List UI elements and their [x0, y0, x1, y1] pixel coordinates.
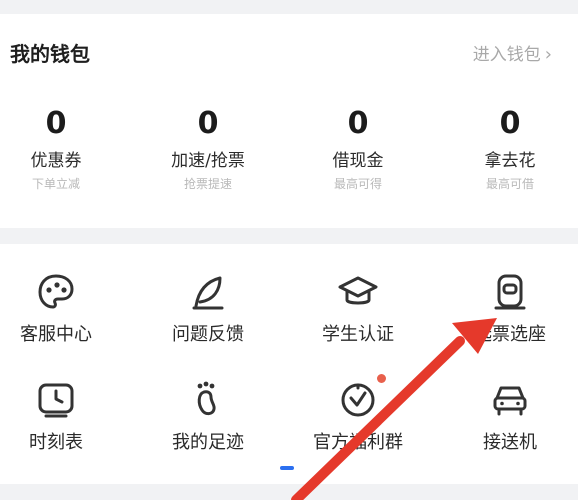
- service-label: 时刻表: [29, 432, 83, 453]
- service-label: 问题反馈: [172, 324, 244, 345]
- service-label: 选票选座: [474, 324, 546, 345]
- seat-icon: [494, 274, 526, 310]
- service-label: 官方福利群: [313, 432, 403, 453]
- service-airport-transfer[interactable]: 接送机: [438, 378, 578, 454]
- clock-icon: [38, 383, 74, 418]
- speedup-label: 加速/抢票: [171, 151, 245, 171]
- car-icon: [493, 386, 527, 416]
- coupons-sub: 下单立减: [31, 177, 80, 191]
- wallet-item-coupons[interactable]: 0 优惠券 下单立减: [0, 106, 128, 192]
- cash-loan-label: 借现金: [332, 151, 384, 171]
- customer-service-icon: [38, 274, 74, 309]
- wallet-card: 我的钱包 进入钱包 › 0 优惠券 下单立减 0 加速/抢票 抢票提速 0 借现金…: [0, 14, 578, 228]
- service-timetable[interactable]: 时刻表: [0, 378, 128, 454]
- service-customer-center[interactable]: 客服中心: [0, 270, 128, 346]
- speedup-sub: 抢票提速: [183, 177, 232, 191]
- service-label: 我的足迹: [172, 432, 244, 453]
- service-label: 学生认证: [322, 324, 394, 345]
- wallet-item-speedup[interactable]: 0 加速/抢票 抢票提速: [136, 106, 280, 192]
- page-indicator: [280, 466, 294, 470]
- credit-sub: 最高可借: [485, 177, 534, 191]
- wallet-header: 我的钱包 进入钱包 ›: [0, 14, 578, 84]
- service-footprint[interactable]: 我的足迹: [136, 378, 280, 454]
- service-seat-select[interactable]: 选票选座: [438, 270, 578, 346]
- service-label: 接送机: [483, 432, 537, 453]
- enter-wallet-link[interactable]: 进入钱包 ›: [473, 40, 552, 65]
- coupons-count: 0: [45, 106, 67, 141]
- credit-label: 拿去花: [484, 151, 536, 171]
- enter-wallet-label: 进入钱包: [472, 45, 541, 65]
- cash-loan-count: 0: [347, 106, 369, 141]
- service-feedback[interactable]: 问题反馈: [136, 270, 280, 346]
- service-student-auth[interactable]: 学生认证: [286, 270, 430, 346]
- notification-badge: [377, 374, 386, 383]
- wallet-item-cash-loan[interactable]: 0 借现金 最高可得: [286, 106, 430, 192]
- speedup-count: 0: [197, 106, 219, 141]
- wallet-item-credit[interactable]: 0 拿去花 最高可借: [438, 106, 578, 192]
- timer-icon: [341, 383, 375, 417]
- wallet-title: 我的钱包: [10, 42, 90, 66]
- footprint-icon: [197, 381, 216, 416]
- feedback-icon: [192, 276, 224, 310]
- service-official-group[interactable]: 官方福利群: [286, 378, 430, 454]
- cash-loan-sub: 最高可得: [333, 177, 382, 191]
- coupons-label: 优惠券: [30, 151, 82, 171]
- credit-count: 0: [499, 106, 521, 141]
- graduation-cap-icon: [338, 276, 378, 305]
- service-label: 客服中心: [20, 324, 92, 345]
- chevron-right-icon: ›: [544, 44, 552, 65]
